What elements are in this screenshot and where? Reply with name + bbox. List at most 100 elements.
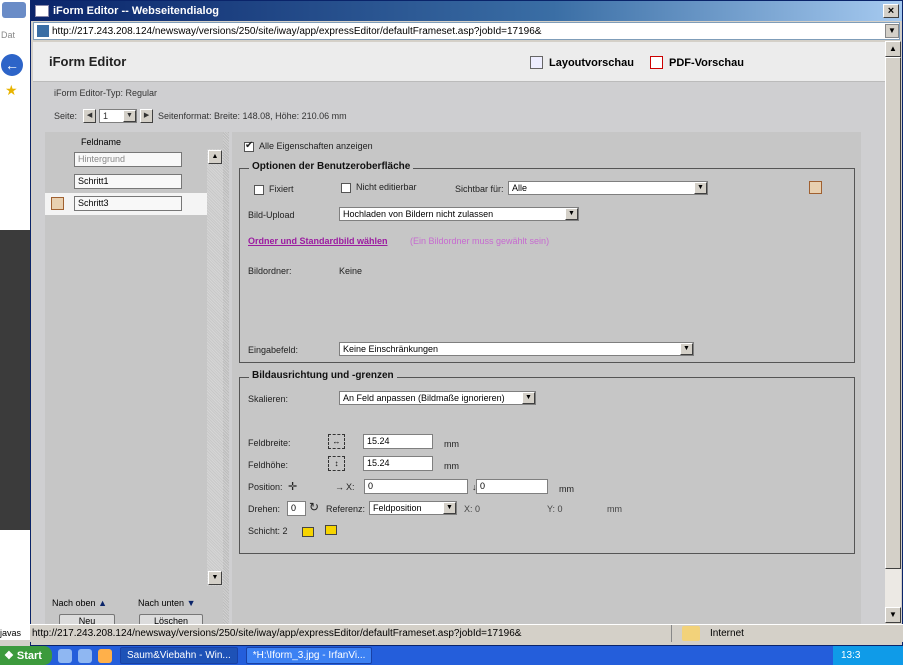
pdf-preview-link[interactable]: PDF-Vorschau: [650, 56, 744, 69]
status-url: http://217.243.208.124/newsway/versions/…: [32, 628, 522, 639]
unit-label: mm: [444, 439, 459, 449]
chevron-down-icon: ▼: [694, 182, 707, 194]
not-editable-checkbox[interactable]: Nicht editierbar: [341, 182, 417, 193]
start-button[interactable]: ❖ Start: [0, 646, 52, 665]
reference-value: Feldposition: [373, 503, 422, 513]
page-navigation: Seite: ◀ 1 ▼ ▶ Seitenformat: Breite: 148…: [54, 109, 347, 123]
layer-front-icon[interactable]: [325, 525, 337, 535]
page-label: Seite:: [54, 111, 78, 121]
field-list-scrollbar[interactable]: ▲ ▼: [207, 149, 223, 586]
show-all-checkbox[interactable]: Alle Eigenschaften anzeigen: [244, 140, 373, 152]
alignment-title: Bildausrichtung und -grenzen: [249, 370, 397, 381]
chevron-down-icon: ▼: [123, 110, 137, 122]
move-down-link[interactable]: Nach unten ▼: [138, 598, 195, 608]
address-bar[interactable]: http://217.243.208.124/newsway/versions/…: [33, 22, 900, 40]
x-label: X:: [346, 482, 355, 492]
address-url: http://217.243.208.124/newsway/versions/…: [52, 25, 542, 37]
image-upload-label: Bild-Upload: [248, 210, 295, 220]
arrow-down-icon: ▼: [186, 598, 196, 608]
rotate-icon: ↻: [309, 500, 320, 514]
field-width-input[interactable]: 15.24: [363, 434, 433, 449]
info-bar: iForm Editor-Typ: Regular Seite: ◀ 1 ▼ ▶…: [33, 82, 885, 132]
folder-link[interactable]: Ordner und Standardbild wählen: [248, 236, 388, 246]
input-field-select[interactable]: Keine Einschränkungen ▼: [339, 342, 694, 356]
move-up-link[interactable]: Nach oben ▲: [52, 598, 107, 608]
list-item[interactable]: Schritt1: [45, 171, 207, 193]
checkbox[interactable]: [341, 182, 351, 193]
scale-select[interactable]: An Feld anpassen (Bildmaße ignorieren) ▼: [339, 391, 536, 405]
checkbox-checked[interactable]: [244, 140, 254, 152]
folder-icon: [682, 626, 700, 641]
scroll-down-button[interactable]: ▼: [208, 571, 222, 585]
position-y-input[interactable]: 0: [476, 479, 548, 494]
scroll-up-button[interactable]: ▲: [208, 150, 222, 164]
delete-button[interactable]: Löschen: [139, 614, 203, 624]
layer-back-icon[interactable]: [302, 527, 314, 537]
input-field-value: Keine Einschränkungen: [343, 344, 439, 354]
quicklaunch-browser-icon[interactable]: [78, 648, 92, 663]
arrow-up-icon: ▲: [98, 598, 107, 608]
editor-header: iForm Editor Layoutvorschau PDF-Vorschau: [33, 42, 885, 82]
reference-select[interactable]: Feldposition ▼: [369, 501, 457, 515]
next-page-button[interactable]: ▶: [140, 109, 154, 123]
checkbox[interactable]: [254, 184, 264, 195]
image-upload-select[interactable]: Hochladen von Bildern nicht zulassen ▼: [339, 207, 579, 221]
back-arrow-icon[interactable]: ←: [1, 54, 23, 76]
title-bar[interactable]: iForm Editor -- Webseitendialog ×: [31, 1, 902, 21]
position-x-input[interactable]: 0: [364, 479, 468, 494]
visible-for-label: Sichtbar für:: [455, 184, 504, 194]
scroll-down-button[interactable]: ▼: [885, 607, 901, 623]
image-folder-label: Bildordner:: [248, 266, 292, 276]
panel-splitter[interactable]: [223, 132, 229, 624]
pdf-preview-label: PDF-Vorschau: [669, 56, 744, 69]
background-dark-area: [0, 230, 30, 530]
layout-preview-link[interactable]: Layoutvorschau: [530, 56, 634, 69]
move-cross-icon: ✛: [288, 481, 298, 493]
list-item-selected[interactable]: Schritt3: [45, 193, 207, 215]
scale-value: An Feld anpassen (Bildmaße ignorieren): [343, 393, 505, 403]
quicklaunch-ie-icon[interactable]: [58, 648, 72, 663]
reference-x: X: 0: [464, 504, 481, 514]
unit-label: mm: [444, 461, 459, 471]
not-editable-label: Nicht editierbar: [356, 182, 417, 192]
field-name: Schritt1: [74, 174, 182, 189]
rotate-input[interactable]: 0: [287, 501, 306, 516]
move-down-label: Nach unten: [138, 598, 185, 608]
background-status-text: javas: [0, 628, 22, 638]
dialog-scrollbar[interactable]: ▲ ▼: [885, 41, 901, 623]
quicklaunch-app-icon[interactable]: [98, 648, 112, 663]
visible-for-select[interactable]: Alle ▼: [508, 181, 708, 195]
input-field-label: Eingabefeld:: [248, 345, 299, 355]
reference-label: Referenz:: [326, 504, 366, 514]
system-tray-clock[interactable]: 13:3: [833, 646, 903, 665]
favorites-star-icon[interactable]: ★: [5, 82, 18, 99]
unit-label: mm: [559, 484, 574, 494]
address-dropdown-button[interactable]: ▼: [885, 24, 899, 38]
scroll-up-button[interactable]: ▲: [885, 41, 901, 57]
ui-options-title: Optionen der Benutzeroberfläche: [249, 161, 414, 172]
page-select-value: 1: [103, 111, 109, 121]
chevron-down-icon: ▼: [522, 392, 535, 404]
page-select[interactable]: 1 ▼: [99, 109, 138, 123]
field-name: Schritt3: [74, 196, 182, 211]
new-button[interactable]: Neu: [59, 614, 115, 624]
list-item[interactable]: Hintergrund: [45, 149, 207, 171]
ie-logo-icon: [2, 2, 26, 18]
move-up-label: Nach oben: [52, 598, 96, 608]
chevron-down-icon: ▼: [565, 208, 578, 220]
app-title: iForm Editor: [49, 54, 127, 69]
prev-page-button[interactable]: ◀: [83, 109, 97, 123]
show-all-label: Alle Eigenschaften anzeigen: [259, 141, 373, 151]
height-arrow-icon: ↕: [328, 456, 345, 471]
fixed-checkbox[interactable]: Fixiert: [254, 184, 294, 195]
image-icon[interactable]: [809, 181, 822, 194]
field-height-input[interactable]: 15.24: [363, 456, 433, 471]
layout-preview-label: Layoutvorschau: [549, 56, 634, 69]
close-button[interactable]: ×: [883, 4, 899, 18]
taskbar-item-browser[interactable]: Saum&Viebahn - Win...: [120, 647, 238, 664]
taskbar-item-irfanview[interactable]: *H:\Iform_3.jpg - IrfanVi...: [245, 647, 373, 664]
page-format: Seitenformat: Breite: 148.08, Höhe: 210.…: [158, 111, 347, 121]
scroll-thumb[interactable]: [885, 57, 901, 569]
chevron-down-icon: ▼: [680, 343, 693, 355]
right-arrow-icon: →: [335, 482, 344, 492]
